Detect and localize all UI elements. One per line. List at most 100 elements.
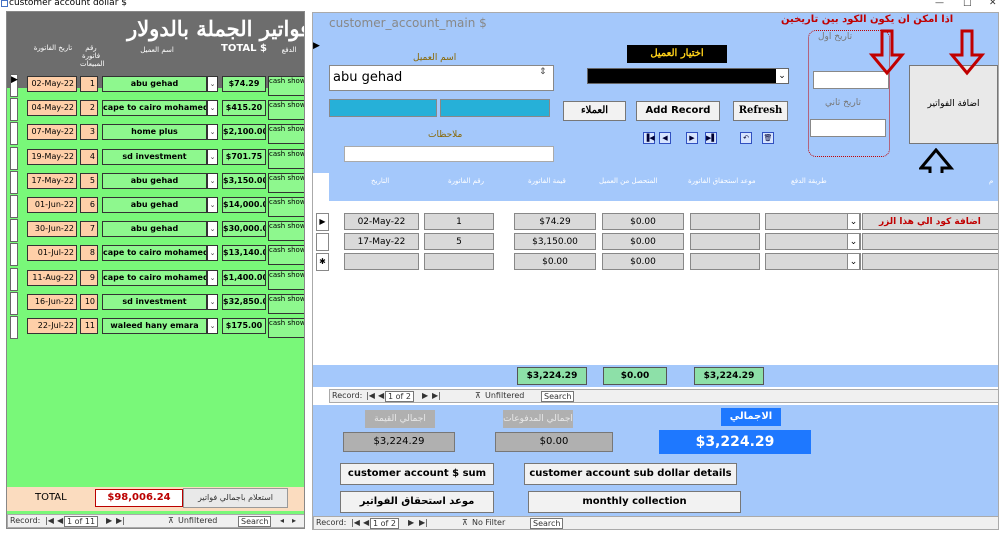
pay-method[interactable]: cash show inside	[268, 318, 304, 338]
invoice-total[interactable]: $14,000.00	[222, 197, 266, 213]
cell-date[interactable]: 17-May-22	[344, 233, 419, 250]
main-last-icon[interactable]: ▶|	[419, 517, 428, 529]
record-selector[interactable]	[10, 170, 18, 194]
detail-position-input[interactable]: 1 of 2	[385, 391, 414, 402]
pay-method[interactable]: cash show inside	[268, 293, 304, 314]
customer-name[interactable]: abu gehad	[102, 172, 207, 189]
cell-due[interactable]	[690, 233, 760, 250]
cell-no[interactable]: 5	[424, 233, 494, 250]
cell-due[interactable]	[690, 213, 760, 230]
customer-name[interactable]: abu gehad	[102, 197, 207, 213]
pay-method[interactable]: cash show inside	[268, 100, 304, 121]
invoice-due-button[interactable]: موعد استحقاق الفواتير	[340, 491, 494, 513]
customer-combobox[interactable]	[587, 68, 789, 84]
row-selector[interactable]: ✱	[316, 253, 329, 271]
table-row[interactable]: 17-May-22 5 $3,150.00 $0.00 ⌄	[316, 233, 998, 251]
cell-no[interactable]	[424, 253, 494, 270]
cell-collected[interactable]: $0.00	[602, 233, 684, 250]
customer-name[interactable]: cape to cairo mohamed	[102, 269, 207, 286]
detail-first-icon[interactable]: |◀	[366, 390, 375, 402]
invoice-number[interactable]: 1	[80, 76, 98, 92]
main-filter-icon[interactable]: ⊼	[462, 517, 468, 529]
prev-record-icon[interactable]: ◀	[57, 515, 63, 527]
chevron-down-icon[interactable]: ⌄	[847, 253, 860, 270]
cell-no[interactable]: 1	[424, 213, 494, 230]
invoice-total[interactable]: $2,100.00	[222, 124, 266, 141]
customer-name[interactable]: abu gehad	[102, 76, 207, 92]
chevron-down-icon[interactable]: ⌄	[776, 69, 788, 83]
close-icon[interactable]: ✕	[989, 0, 997, 8]
invoice-number[interactable]: 11	[80, 318, 98, 334]
invoice-date[interactable]: 02-May-22	[27, 76, 77, 92]
cell-due[interactable]	[690, 253, 760, 270]
chevron-down-icon[interactable]: ⌄	[207, 318, 218, 334]
refresh-button[interactable]: Refresh	[733, 101, 788, 121]
pay-method[interactable]: cash show inside	[268, 269, 304, 290]
record-selector[interactable]	[10, 267, 18, 291]
record-selector[interactable]	[10, 122, 18, 146]
customer-sub-details-button[interactable]: customer account sub dollar details	[524, 463, 737, 485]
minimize-icon[interactable]: —	[935, 0, 944, 8]
invoice-number[interactable]: 2	[80, 100, 98, 117]
invoice-number[interactable]: 5	[80, 172, 98, 189]
delete-record-icon[interactable]: 🗑	[762, 132, 774, 144]
list-item[interactable]: 19-May-22 4 sd investment ⌄ $701.75 cash show…	[7, 146, 304, 171]
chevron-down-icon[interactable]: ⌄	[207, 221, 218, 238]
chevron-down-icon[interactable]: ⌄	[207, 148, 218, 165]
chevron-down-icon[interactable]: ⌄	[207, 172, 218, 189]
query-total-button[interactable]: استعلام باجمالي فواتير	[183, 488, 288, 508]
invoice-date[interactable]: 30-Jun-22	[27, 221, 77, 238]
pay-method[interactable]: cash show inside	[268, 148, 304, 169]
prev-record-nav-icon[interactable]: ◀	[659, 132, 671, 144]
invoice-total[interactable]: $701.75	[222, 148, 266, 165]
pay-method[interactable]: cash show inside	[268, 172, 304, 193]
detail-filter-icon[interactable]: ⊼	[475, 390, 481, 402]
chevron-down-icon[interactable]: ⌄	[207, 245, 218, 262]
detail-last-icon[interactable]: ▶|	[432, 390, 441, 402]
invoice-total[interactable]: $32,850.00	[222, 293, 266, 310]
add-record-button[interactable]: Add Record	[636, 101, 720, 121]
cell-collected[interactable]: $0.00	[602, 213, 684, 230]
chevron-down-icon[interactable]: ⌄	[207, 197, 218, 213]
invoice-total[interactable]: $415.20	[222, 100, 266, 117]
record-selector[interactable]	[10, 146, 18, 170]
list-item[interactable]: 04-May-22 2 cape to cairo mohamed ⌄ $415.20 c…	[7, 98, 304, 122]
next-record-nav-icon[interactable]: ▶	[686, 132, 698, 144]
row-selector[interactable]: ▶	[316, 213, 329, 231]
first-record-nav-icon[interactable]: ▐◀	[643, 132, 655, 144]
detail-filter-status[interactable]: Unfiltered	[485, 390, 524, 402]
cell-value[interactable]: $0.00	[514, 253, 596, 270]
invoice-number[interactable]: 9	[80, 269, 98, 286]
invoice-number[interactable]: 7	[80, 221, 98, 238]
cyan-field-2[interactable]	[440, 99, 550, 117]
record-selector[interactable]	[10, 316, 18, 339]
customer-name[interactable]: sd investment	[102, 293, 207, 310]
detail-next-icon[interactable]: ▶	[422, 390, 428, 402]
invoice-total[interactable]: $74.29	[222, 76, 266, 92]
invoice-date[interactable]: 07-May-22	[27, 124, 77, 141]
search-input[interactable]: Search	[238, 516, 272, 527]
invoice-date[interactable]: 04-May-22	[27, 100, 77, 117]
customer-account-sum-button[interactable]: customer account $ sum	[340, 463, 494, 485]
record-selector[interactable]	[10, 98, 18, 122]
customer-name[interactable]: waleed hany emara	[102, 318, 207, 334]
main-first-icon[interactable]: |◀	[351, 517, 360, 529]
cell-date[interactable]: 02-May-22	[344, 213, 419, 230]
chevron-down-icon[interactable]: ⌄	[847, 213, 860, 230]
notes-field[interactable]	[344, 146, 554, 162]
undo-icon[interactable]: ↶	[740, 132, 752, 144]
customers-button[interactable]: العملاء	[563, 101, 626, 121]
chevron-down-icon[interactable]: ⌄	[207, 124, 218, 141]
invoice-date[interactable]: 19-May-22	[27, 148, 77, 165]
invoice-number[interactable]: 4	[80, 148, 98, 165]
record-selector[interactable]	[10, 195, 18, 218]
invoice-date[interactable]: 01-Jun-22	[27, 197, 77, 213]
cell-date[interactable]	[344, 253, 419, 270]
table-row[interactable]: ✱ $0.00 $0.00 ⌄	[316, 253, 998, 271]
cell-value[interactable]: $74.29	[514, 213, 596, 230]
invoice-total[interactable]: $3,150.00	[222, 172, 266, 189]
detail-prev-icon[interactable]: ◀	[378, 390, 384, 402]
invoice-date[interactable]: 17-May-22	[27, 172, 77, 189]
chevron-down-icon[interactable]: ⌄	[207, 269, 218, 286]
main-filter-status[interactable]: No Filter	[472, 517, 505, 529]
